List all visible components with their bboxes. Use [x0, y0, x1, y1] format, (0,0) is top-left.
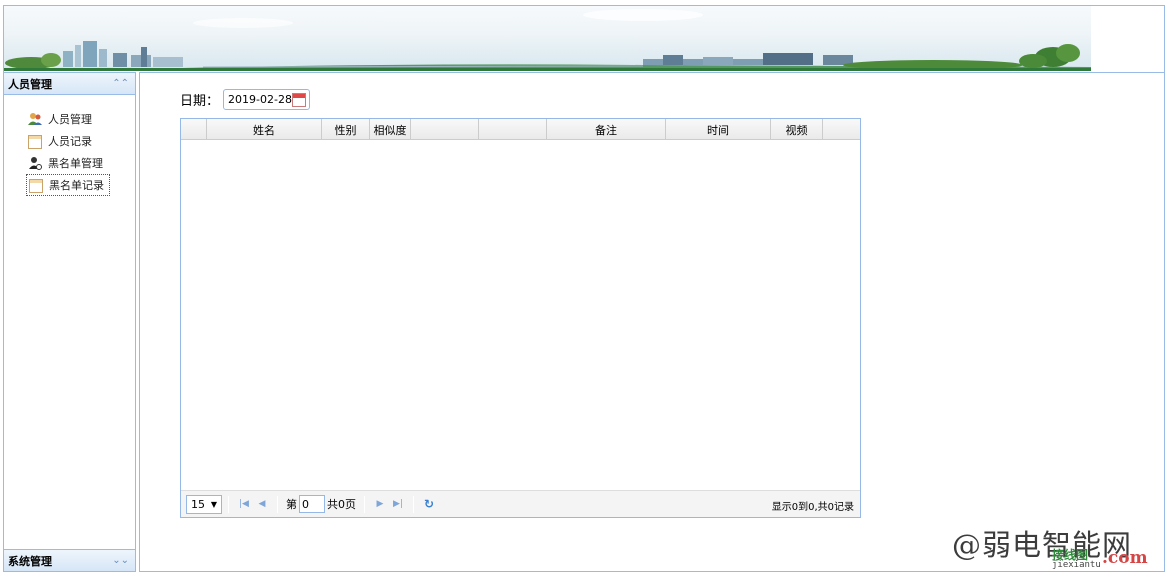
date-filter: 日期： 2019-02-28 [180, 89, 311, 110]
first-page-icon[interactable]: |◀ [237, 496, 251, 512]
people-icon [28, 112, 42, 126]
column-header-remark[interactable]: 备注 [547, 119, 666, 140]
divider [277, 495, 278, 513]
column-header-gender[interactable]: 性别 [322, 119, 370, 140]
sidebar-footer-title: 系统管理 [8, 554, 52, 568]
date-value: 2019-02-28 [228, 93, 292, 106]
blacklist-icon [28, 156, 42, 170]
column-header-video[interactable]: 视频 [771, 119, 823, 140]
pagination-bar: 15 ▼ |◀ ◀ 第 0 共0页 ▶ ▶| ↻ 显示0到0,共0记录 [181, 490, 860, 517]
sidebar-item-people-management[interactable]: 人员管理 [26, 108, 110, 130]
sidebar-item-label: 人员记录 [48, 135, 92, 148]
watermark: @弱电智能网 接线图 .com jiexiantu [952, 522, 1164, 572]
sidebar-item-people-records[interactable]: 人员记录 [26, 130, 110, 152]
sidebar: 人员管理 ⌃⌃ 人员管理 人员记录 黑名单管理 黑名单记录 系统管理 ⌄⌄ [3, 72, 136, 572]
sidebar-panel-header[interactable]: 人员管理 ⌃⌃ [4, 73, 135, 95]
sidebar-nav: 人员管理 人员记录 黑名单管理 黑名单记录 [4, 95, 135, 196]
record-icon [28, 135, 42, 149]
date-label: 日期： [180, 94, 220, 109]
page-size-select[interactable]: 15 ▼ [186, 494, 222, 514]
column-header-name[interactable]: 姓名 [207, 119, 322, 140]
last-page-icon[interactable]: ▶| [391, 496, 405, 512]
sidebar-panel-title: 人员管理 [8, 77, 52, 91]
column-header[interactable] [479, 119, 547, 140]
page-prefix: 第 [286, 498, 297, 511]
record-icon [29, 179, 43, 193]
column-header[interactable] [823, 119, 860, 140]
page-number-input[interactable]: 0 [299, 495, 325, 513]
cityscape-banner-image [3, 9, 1091, 71]
divider [413, 495, 414, 513]
divider [228, 495, 229, 513]
header-banner [3, 5, 1091, 71]
watermark-pinyin: jiexiantu [1052, 560, 1101, 570]
prev-page-icon[interactable]: ◀ [255, 496, 269, 512]
collapse-icon[interactable]: ⌃⌃ [112, 78, 129, 89]
sidebar-item-blacklist-management[interactable]: 黑名单管理 [26, 152, 110, 174]
sidebar-item-label: 人员管理 [48, 113, 92, 126]
expand-icon[interactable]: ⌄⌄ [112, 555, 129, 566]
data-grid: 姓名 性别 相似度 备注 时间 视频 15 ▼ |◀ ◀ 第 0 共0页 ▶ ▶… [180, 118, 861, 518]
column-header-time[interactable]: 时间 [666, 119, 771, 140]
refresh-icon[interactable]: ↻ [422, 496, 436, 512]
calendar-icon[interactable] [292, 92, 307, 107]
sidebar-item-label: 黑名单记录 [49, 179, 104, 192]
pagination-info: 显示0到0,共0记录 [771, 502, 854, 513]
sidebar-item-label: 黑名单管理 [48, 157, 103, 170]
sidebar-panel-system-header[interactable]: 系统管理 ⌄⌄ [4, 549, 135, 571]
column-header[interactable] [411, 119, 479, 140]
page-size-value: 15 [191, 497, 205, 511]
watermark-domain: .com [1102, 548, 1148, 568]
sidebar-item-blacklist-records[interactable]: 黑名单记录 [26, 174, 110, 196]
grid-body [181, 140, 860, 490]
next-page-icon[interactable]: ▶ [373, 496, 387, 512]
dropdown-arrow-icon: ▼ [210, 499, 217, 509]
date-input[interactable]: 2019-02-28 [223, 89, 311, 110]
page-total: 共0页 [327, 498, 356, 511]
column-header-similarity[interactable]: 相似度 [370, 119, 411, 140]
divider [364, 495, 365, 513]
column-header[interactable] [181, 119, 207, 140]
grid-header: 姓名 性别 相似度 备注 时间 视频 [181, 119, 860, 140]
